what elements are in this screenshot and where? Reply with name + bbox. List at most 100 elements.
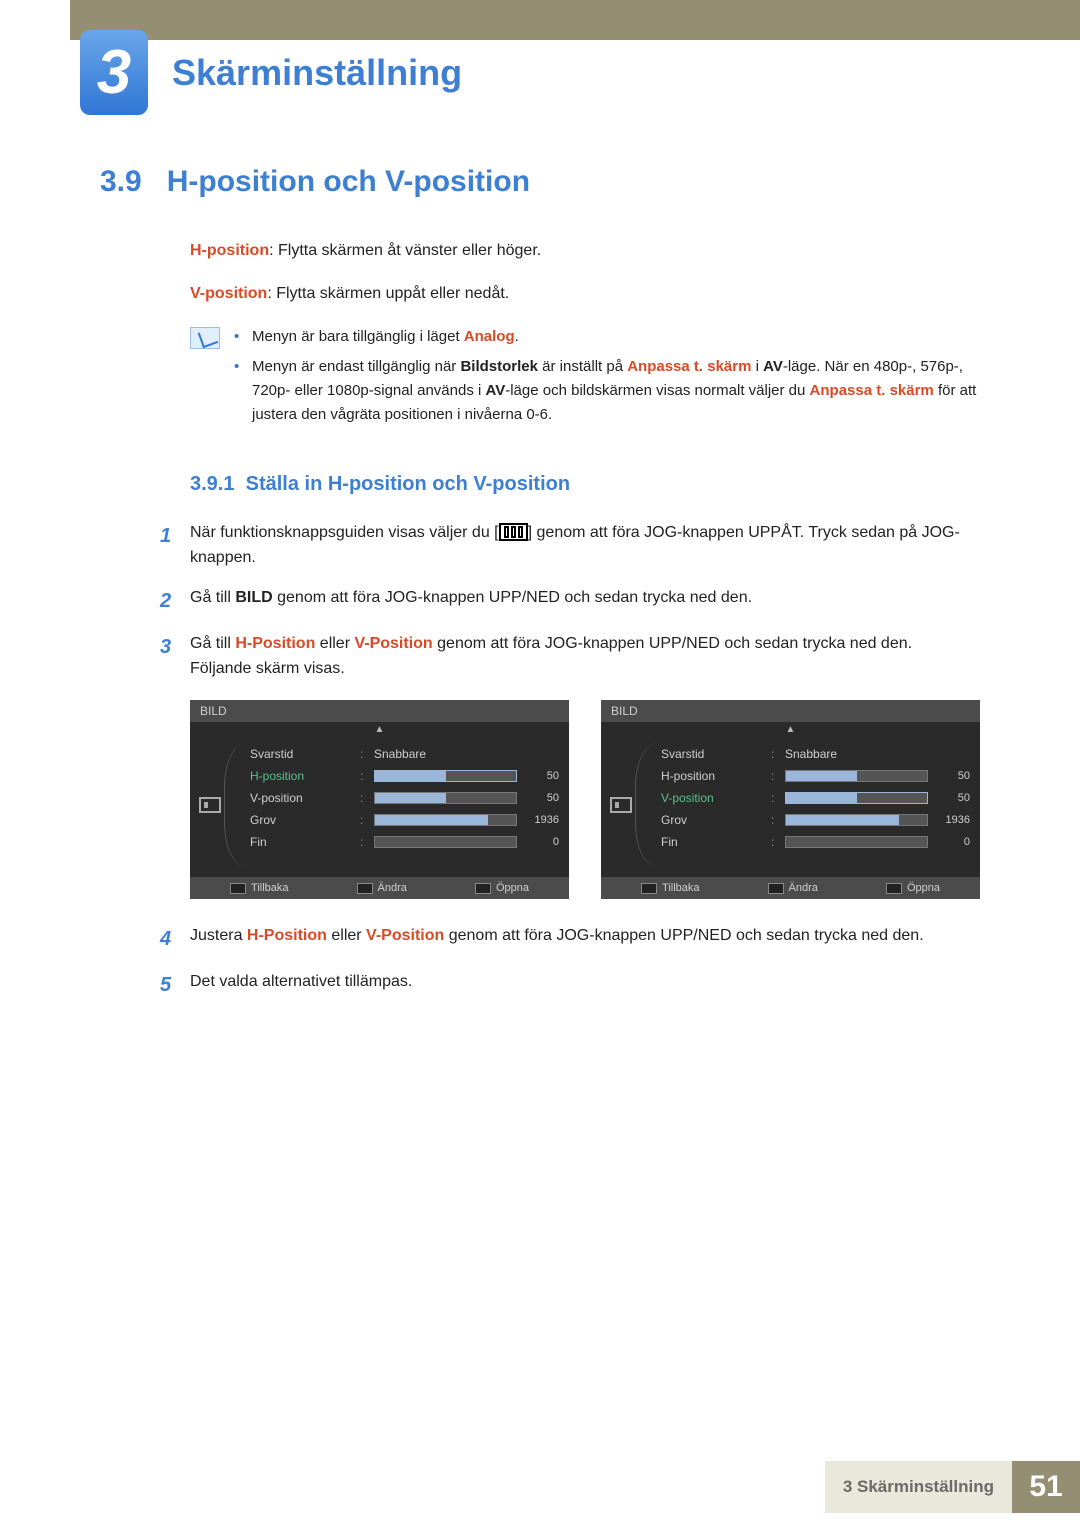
osd-title: BILD [190, 700, 569, 722]
step-2: 2 Gå till BILD genom att föra JOG-knappe… [0, 585, 1080, 617]
step-4: 4 Justera H-Position eller V-Position ge… [0, 923, 1080, 955]
osd-val: 50 [934, 770, 970, 782]
slider-bar [785, 814, 928, 826]
subsection-number: 3.9.1 [190, 473, 234, 495]
osd-menu-list: Svarstid H-position V-position Grov Fin [250, 743, 360, 867]
text: Gå till [190, 589, 235, 606]
step-number: 1 [160, 520, 190, 571]
slider-bar [785, 792, 928, 804]
chapter-header: 3 Skärminställning [0, 30, 1080, 115]
text: . [515, 328, 519, 345]
osd-val: Snabbare [785, 747, 837, 761]
analog-term: Analog [464, 328, 515, 345]
osd-val: 1936 [934, 814, 970, 826]
slider-bar [374, 792, 517, 804]
footer-chapter-label: 3 Skärminställning [825, 1461, 1012, 1513]
osd-curve [224, 743, 246, 867]
definition-h: H-position: Flytta skärmen åt vänster el… [0, 239, 1080, 264]
picture-icon [610, 797, 632, 813]
step-5: 5 Det valda alternativet tillämpas. [0, 969, 1080, 1001]
section-heading: 3.9 H-position och V-position [0, 165, 1080, 199]
osd-panel-h: BILD ▲ Svarstid H-position V-position Gr… [190, 700, 569, 899]
osd-side [607, 743, 635, 867]
osd-curve [635, 743, 657, 867]
step-3: 3 Gå till H-Position eller V-Position ge… [0, 631, 1080, 682]
text: När funktionsknappsguiden visas väljer d… [190, 524, 499, 541]
bold: BILD [235, 589, 272, 606]
osd-item: H-position [661, 765, 771, 787]
up-arrow-icon: ▲ [190, 722, 569, 737]
step-number: 3 [160, 631, 190, 682]
osd-footer-back: Tillbaka [641, 882, 700, 894]
note-item: Menyn är bara tillgänglig i läget Analog… [234, 325, 980, 349]
osd-screenshots: BILD ▲ Svarstid H-position V-position Gr… [0, 700, 1080, 899]
osd-item: Fin [250, 831, 360, 853]
footer-page-number: 51 [1012, 1461, 1080, 1513]
text: eller [327, 927, 366, 944]
bold: AV [486, 382, 506, 399]
step-text: När funktionsknappsguiden visas väljer d… [190, 520, 980, 571]
osd-panel-v: BILD ▲ Svarstid H-position V-position Gr… [601, 700, 980, 899]
bold: AV [763, 358, 783, 375]
text: genom att föra JOG-knappen UPP/NED och s… [444, 927, 923, 944]
osd-footer: Tillbaka Ändra Öppna [601, 877, 980, 899]
osd-val: 50 [934, 792, 970, 804]
osd-item-selected: V-position [661, 787, 771, 809]
text: Justera [190, 927, 247, 944]
text: i [751, 358, 763, 375]
section-title: H-position och V-position [167, 165, 530, 198]
step-number: 5 [160, 969, 190, 1001]
step-text: Det valda alternativet tillämpas. [190, 969, 980, 1001]
step-number: 4 [160, 923, 190, 955]
subsection-heading: 3.9.1 Ställa in H-position och V-positio… [0, 473, 1080, 496]
chapter-title: Skärminställning [172, 52, 462, 94]
osd-footer-open: Öppna [475, 882, 529, 894]
osd-item: Svarstid [250, 743, 360, 765]
osd-item: Fin [661, 831, 771, 853]
text: Det valda alternativet tillämpas. [190, 973, 412, 990]
osd-footer-change: Ändra [768, 882, 818, 894]
osd-item-selected: H-position [250, 765, 360, 787]
note-icon [190, 327, 220, 349]
osd-item: V-position [250, 787, 360, 809]
text: Menyn är bara tillgänglig i läget [252, 328, 464, 345]
text: är inställt på [538, 358, 627, 375]
term: H-Position [235, 635, 315, 652]
step-text: Justera H-Position eller V-Position geno… [190, 923, 980, 955]
v-term: V-position [190, 285, 267, 302]
text: genom att föra JOG-knappen UPP/NED och s… [273, 589, 752, 606]
slider-bar [374, 814, 517, 826]
term: H-Position [247, 927, 327, 944]
note-item: Menyn är endast tillgänglig när Bildstor… [234, 355, 980, 427]
text: Menyn är endast tillgänglig när [252, 358, 460, 375]
step-text: Gå till H-Position eller V-Position geno… [190, 631, 980, 682]
subsection-title: Ställa in H-position och V-position [246, 473, 570, 495]
osd-val: 0 [523, 836, 559, 848]
term: Anpassa t. skärm [810, 382, 934, 399]
h-desc: : Flytta skärmen åt vänster eller höger. [269, 242, 541, 259]
osd-values: :Snabbare :50 :50 :1936 :0 [360, 743, 559, 867]
menu-icon [499, 523, 528, 541]
osd-val: 50 [523, 792, 559, 804]
osd-item: Grov [250, 809, 360, 831]
slider-bar [374, 836, 517, 848]
v-desc: : Flytta skärmen uppåt eller nedåt. [267, 285, 509, 302]
osd-val: 50 [523, 770, 559, 782]
osd-val: 1936 [523, 814, 559, 826]
note-block: Menyn är bara tillgänglig i läget Analog… [0, 325, 1080, 433]
osd-item: Grov [661, 809, 771, 831]
bold: Bildstorlek [460, 358, 538, 375]
slider-bar [785, 770, 928, 782]
up-arrow-icon: ▲ [601, 722, 980, 737]
definition-v: V-position: Flytta skärmen uppåt eller n… [0, 282, 1080, 307]
step-number: 2 [160, 585, 190, 617]
step-1: 1 När funktionsknappsguiden visas väljer… [0, 520, 1080, 571]
osd-footer-change: Ändra [357, 882, 407, 894]
slider-bar [374, 770, 517, 782]
text: genom att föra JOG-knappen UPP/NED och s… [433, 635, 912, 652]
page-footer: 3 Skärminställning 51 [0, 1461, 1080, 1513]
osd-footer: Tillbaka Ändra Öppna [190, 877, 569, 899]
note-list: Menyn är bara tillgänglig i läget Analog… [234, 325, 980, 433]
osd-footer-open: Öppna [886, 882, 940, 894]
slider-bar [785, 836, 928, 848]
